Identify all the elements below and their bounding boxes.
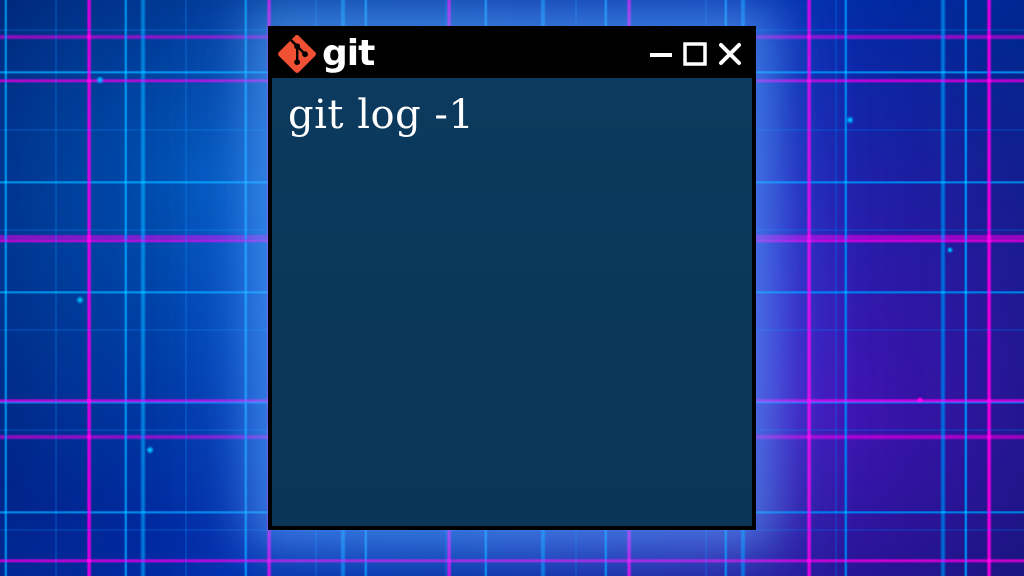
window-title: git	[322, 36, 642, 72]
window-controls	[648, 40, 744, 68]
titlebar[interactable]: git	[272, 30, 752, 78]
terminal-window: git git log -1	[268, 26, 756, 530]
maximize-icon	[682, 41, 708, 67]
command-text: git log -1	[288, 92, 736, 138]
minimize-button[interactable]	[648, 41, 674, 67]
terminal-body[interactable]: git log -1	[272, 78, 752, 526]
close-icon	[716, 40, 744, 68]
maximize-button[interactable]	[682, 41, 708, 67]
close-button[interactable]	[716, 40, 744, 68]
minimize-icon	[648, 41, 674, 67]
git-logo-icon	[278, 35, 316, 73]
